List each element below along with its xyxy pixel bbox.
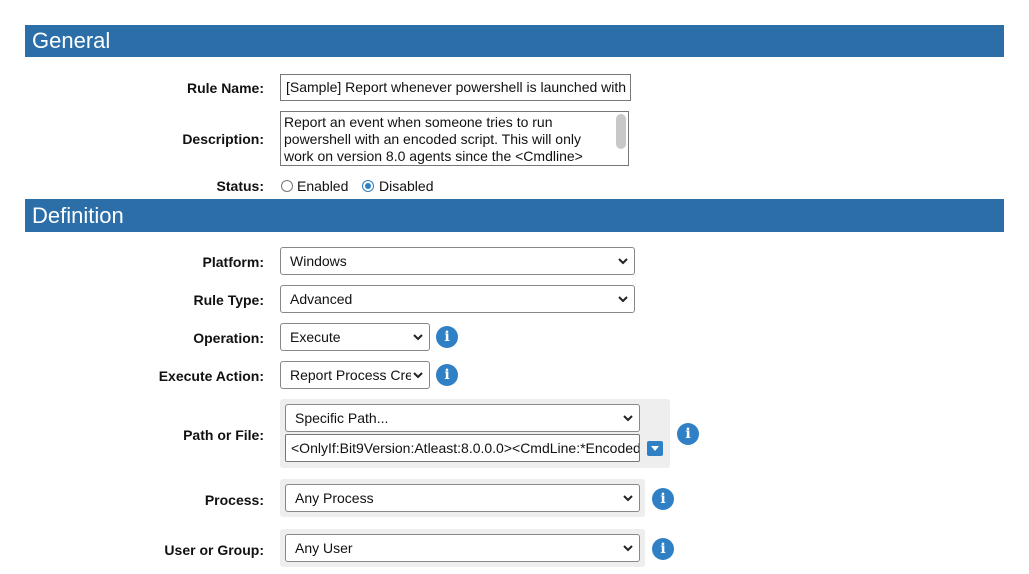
- execute-action-select-value: Report Process Cre: [290, 367, 413, 383]
- path-dropdown-button[interactable]: [647, 441, 663, 456]
- chevron-down-icon: [411, 362, 425, 388]
- description-text: Report an event when someone tries to ru…: [284, 114, 583, 164]
- operation-select-value: Execute: [290, 329, 341, 345]
- caret-down-icon: [651, 446, 659, 451]
- rule-name-input[interactable]: [Sample] Report whenever powershell is l…: [280, 74, 631, 101]
- execute-action-label: Execute Action:: [158, 368, 264, 384]
- operation-label: Operation:: [193, 330, 264, 346]
- operation-select[interactable]: Execute: [280, 323, 430, 351]
- chevron-down-icon: [623, 545, 633, 552]
- chevron-down-icon: [618, 258, 628, 265]
- chevron-down-icon: [618, 296, 628, 303]
- path-type-select-value: Specific Path...: [295, 410, 389, 426]
- status-disabled-radio[interactable]: [362, 180, 374, 192]
- rule-name-label: Rule Name:: [186, 80, 264, 96]
- path-input[interactable]: <OnlyIf:Bit9Version:Atleast:8.0.0.0><Cmd…: [285, 434, 640, 462]
- platform-select[interactable]: Windows: [280, 247, 635, 275]
- user-select-value: Any User: [295, 540, 353, 556]
- rule-type-select[interactable]: Advanced: [280, 285, 635, 313]
- definition-section-header: Definition: [25, 199, 1004, 232]
- user-or-group-label: User or Group:: [164, 542, 264, 558]
- platform-select-value: Windows: [290, 253, 347, 269]
- rule-type-select-value: Advanced: [290, 291, 353, 307]
- process-select[interactable]: Any Process: [285, 484, 640, 512]
- chevron-down-icon: [413, 334, 423, 341]
- process-label: Process:: [204, 492, 264, 508]
- status-label: Status:: [216, 178, 264, 194]
- description-label: Description:: [182, 131, 264, 147]
- general-section-header: General: [25, 25, 1004, 57]
- description-textarea[interactable]: Report an event when someone tries to ru…: [280, 111, 629, 166]
- description-scrollbar[interactable]: [616, 114, 626, 149]
- user-info-icon[interactable]: i: [652, 538, 674, 560]
- process-select-value: Any Process: [295, 490, 374, 506]
- operation-info-icon[interactable]: i: [436, 326, 458, 348]
- process-info-icon[interactable]: i: [652, 488, 674, 510]
- path-type-select[interactable]: Specific Path...: [285, 404, 640, 432]
- chevron-down-icon: [623, 495, 633, 502]
- status-disabled-label[interactable]: Disabled: [379, 178, 433, 194]
- path-or-file-label: Path or File:: [183, 427, 264, 443]
- execute-action-select[interactable]: Report Process Cre: [280, 361, 430, 389]
- execute-action-info-icon[interactable]: i: [436, 364, 458, 386]
- status-enabled-label[interactable]: Enabled: [297, 178, 348, 194]
- rule-type-label: Rule Type:: [193, 292, 264, 308]
- chevron-down-icon: [623, 415, 633, 422]
- status-enabled-radio[interactable]: [281, 180, 293, 192]
- path-info-icon[interactable]: i: [677, 423, 699, 445]
- user-select[interactable]: Any User: [285, 534, 640, 562]
- platform-label: Platform:: [202, 254, 264, 270]
